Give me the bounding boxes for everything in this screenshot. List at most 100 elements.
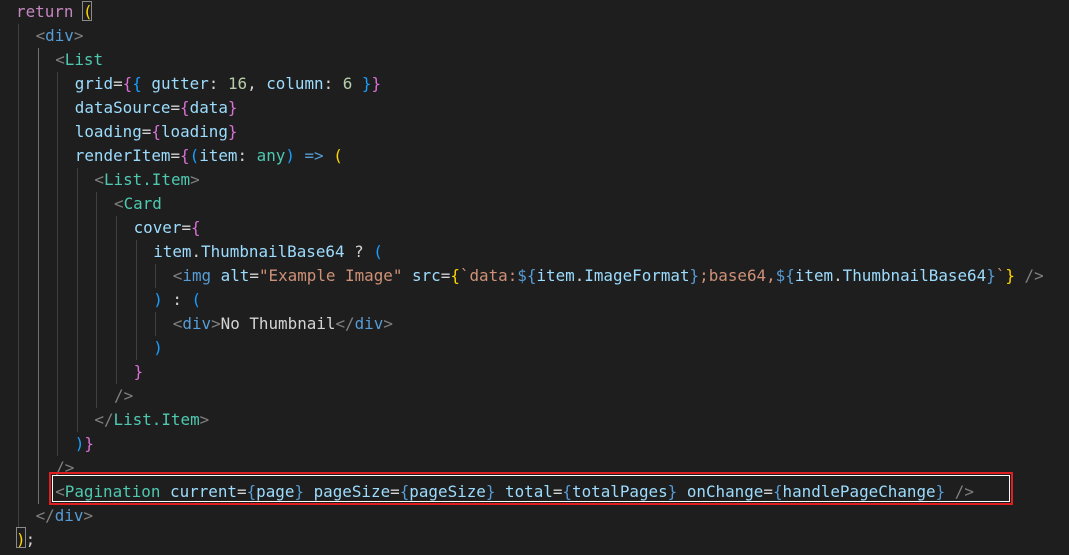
code-token: ( — [333, 146, 343, 165]
code-line[interactable]: <div>No Thumbnail</div> — [173, 312, 393, 336]
code-token: ) — [74, 434, 85, 453]
code-token: > — [73, 26, 84, 45]
code-token: gutter — [151, 74, 209, 93]
code-token: div — [182, 314, 212, 333]
code-token: } — [84, 434, 94, 453]
code-token: item — [199, 146, 238, 165]
code-line[interactable]: )} — [75, 432, 94, 456]
code-line[interactable]: ) — [153, 336, 163, 360]
code-token: = — [113, 74, 123, 93]
code-token: } — [361, 74, 372, 93]
code-token: List.Item — [103, 170, 191, 189]
code-token: { — [151, 122, 161, 141]
code-token: ThumbnailBase64 — [842, 266, 987, 285]
code-token: ( — [373, 242, 383, 261]
code-token: . — [574, 266, 585, 285]
code-token: Card — [123, 194, 162, 213]
code-token: dataSource — [74, 98, 171, 117]
code-token: ) — [153, 338, 163, 357]
code-token: < — [172, 314, 183, 333]
code-token: ${ — [775, 266, 795, 285]
code-token: ImageFormat — [584, 266, 690, 285]
code-token: < — [94, 170, 104, 189]
code-token: div — [54, 506, 84, 525]
code-token: , — [247, 74, 267, 93]
code-token: { — [450, 266, 460, 285]
bracket-match-open — [82, 1, 92, 21]
code-token: < — [172, 266, 183, 285]
code-token: < — [114, 194, 124, 213]
code-token: column — [266, 74, 324, 93]
code-token: ? — [344, 242, 374, 261]
code-token: = — [440, 266, 451, 285]
code-token: > — [383, 314, 393, 333]
code-token: = — [181, 218, 192, 237]
code-token: > — [211, 314, 221, 333]
code-token: any — [256, 146, 286, 165]
code-token: ` — [995, 266, 1006, 285]
code-line[interactable]: ) : ( — [153, 288, 201, 312]
code-line[interactable]: <div> — [36, 24, 84, 48]
indent-guide — [57, 72, 59, 456]
code-token: List — [64, 50, 104, 69]
code-line[interactable]: </List.Item> — [94, 408, 209, 432]
code-token: img — [182, 266, 212, 285]
code-token: < — [55, 50, 65, 69]
code-token: 16 — [227, 74, 248, 93]
code-token: = — [170, 146, 181, 165]
pagination-highlight-box — [49, 472, 1013, 505]
code-token: = — [249, 266, 259, 285]
code-token: ; — [25, 530, 36, 549]
code-token: > — [83, 506, 94, 525]
code-token: item — [153, 242, 192, 261]
code-line[interactable]: } — [134, 360, 144, 384]
code-token: { — [132, 74, 142, 93]
code-token: ) — [285, 146, 295, 165]
code-line[interactable]: </div> — [36, 504, 93, 528]
code-token: : — [208, 74, 228, 93]
code-token: List.Item — [113, 410, 200, 429]
code-line[interactable]: item.ThumbnailBase64 ? ( — [153, 240, 383, 264]
code-token: No Thumbnail — [220, 314, 336, 333]
indent-guide — [135, 240, 137, 360]
indent-guide — [116, 216, 117, 384]
code-token: "Example Image" — [258, 266, 403, 285]
code-line[interactable]: renderItem={(item: any) => ( — [75, 144, 343, 168]
code-token: = — [141, 122, 152, 141]
code-token: ) — [153, 290, 163, 309]
code-editor[interactable]: return (<div> <List grid={{ gutter: 16, co… — [0, 0, 1069, 555]
code-token: /> — [1024, 266, 1044, 285]
code-line[interactable]: grid={{ gutter: 16, column: 6 }} — [75, 72, 381, 96]
code-token: div — [45, 26, 74, 45]
code-token: loading — [160, 122, 228, 141]
code-token: { — [180, 98, 190, 117]
code-line[interactable]: cover={ — [134, 216, 201, 240]
code-line[interactable]: <List.Item> — [94, 168, 199, 192]
code-line[interactable]: dataSource={data} — [75, 96, 238, 120]
code-token: } — [689, 266, 700, 285]
code-token: } — [1005, 266, 1015, 285]
code-token: . — [833, 266, 843, 285]
code-token: ${ — [517, 266, 537, 285]
bracket-match-close — [16, 527, 26, 548]
code-token: { — [180, 146, 190, 165]
code-token: cover — [133, 218, 182, 237]
code-line[interactable]: <List — [55, 48, 103, 72]
code-line[interactable]: /> — [114, 384, 133, 408]
code-line[interactable]: <Card — [114, 192, 162, 216]
code-line[interactable]: loading={loading} — [75, 120, 238, 144]
code-token: 6 — [342, 74, 353, 93]
code-token: loading — [74, 122, 142, 141]
code-token: src — [412, 266, 441, 285]
code-token: : — [162, 290, 192, 309]
code-token: } — [227, 98, 238, 117]
code-line[interactable]: <img alt="Example Image" src={`data:${it… — [173, 264, 1044, 288]
indent-guide — [155, 264, 157, 288]
code-token: </ — [35, 506, 55, 525]
code-token: </ — [335, 314, 355, 333]
code-token: item — [794, 266, 834, 285]
